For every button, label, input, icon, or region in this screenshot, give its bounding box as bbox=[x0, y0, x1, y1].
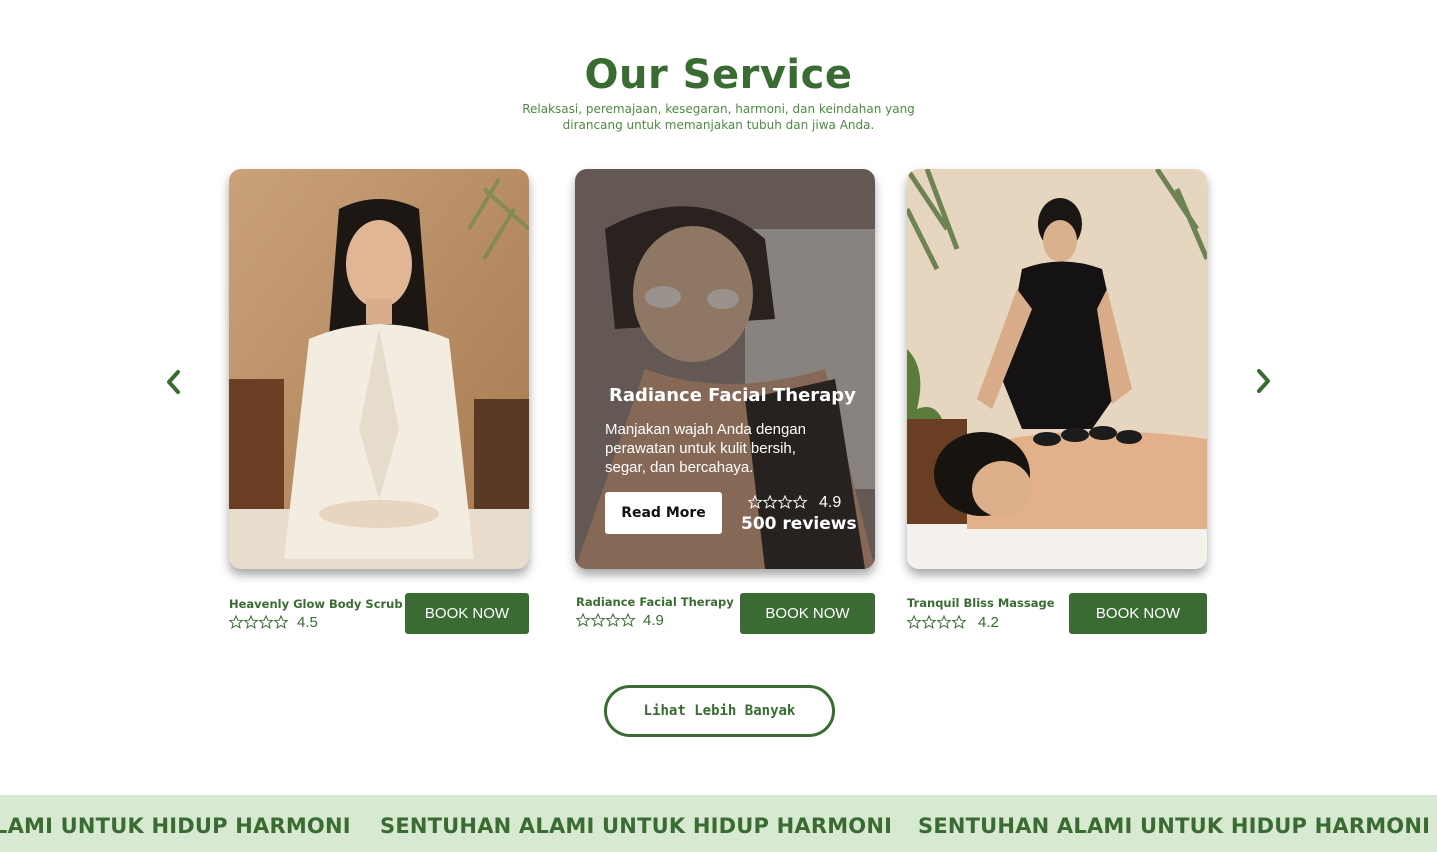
book-now-button-facial[interactable]: BOOK NOW bbox=[740, 593, 875, 634]
service-card-image-facial[interactable]: Radiance Facial Therapy Manjakan wajah A… bbox=[575, 169, 875, 569]
overlay-title: Radiance Facial Therapy bbox=[609, 385, 856, 406]
star-outline-icon bbox=[229, 615, 289, 629]
body-scrub-photo bbox=[229, 169, 529, 569]
card-name-massage: Tranquil Bliss Massage bbox=[907, 596, 1055, 610]
see-more-button[interactable]: Lihat Lebih Banyak bbox=[604, 685, 835, 737]
card-rating: 4.5 bbox=[297, 614, 318, 631]
read-more-button[interactable]: Read More bbox=[605, 492, 722, 534]
service-card-image-massage[interactable] bbox=[907, 169, 1207, 569]
card-rating: 4.9 bbox=[643, 612, 664, 629]
marquee-text: LAMI UNTUK HIDUP HARMONI bbox=[0, 814, 351, 838]
overlay-description: Manjakan wajah Anda dengan perawatan unt… bbox=[605, 421, 806, 476]
star-outline-icon bbox=[576, 613, 636, 627]
star-outline-icon bbox=[748, 495, 808, 509]
marquee-text: SENTUHAN ALAMI UNTUK HIDUP HARMONI bbox=[918, 814, 1431, 838]
chevron-right-icon[interactable] bbox=[1248, 361, 1278, 401]
overlay-rating: 4.9 bbox=[819, 494, 842, 511]
overlay-reviews: 500 reviews bbox=[741, 514, 857, 534]
massage-photo bbox=[907, 169, 1207, 569]
marquee-banner: LAMI UNTUK HIDUP HARMONI SENTUHAN ALAMI … bbox=[0, 795, 1437, 852]
chevron-left-icon[interactable] bbox=[159, 362, 189, 402]
section-title: Our Service bbox=[584, 52, 853, 98]
book-now-button-massage[interactable]: BOOK NOW bbox=[1069, 593, 1207, 634]
section-subtitle: Relaksasi, peremajaan, kesegaran, harmon… bbox=[522, 102, 915, 132]
card-name-facial: Radiance Facial Therapy bbox=[576, 595, 734, 609]
book-now-button-body-scrub[interactable]: BOOK NOW bbox=[405, 593, 529, 634]
star-rating bbox=[907, 615, 967, 629]
star-rating bbox=[229, 615, 289, 629]
card-name-body-scrub: Heavenly Glow Body Scrub bbox=[229, 597, 403, 611]
star-outline-icon bbox=[907, 615, 967, 629]
marquee-text: SENTUHAN ALAMI UNTUK HIDUP HARMONI bbox=[380, 814, 893, 838]
card-overlay: Radiance Facial Therapy Manjakan wajah A… bbox=[575, 169, 875, 569]
star-rating bbox=[576, 613, 636, 627]
card-rating: 4.2 bbox=[978, 614, 999, 631]
overlay-star-rating bbox=[748, 495, 808, 509]
service-card-image-body-scrub[interactable] bbox=[229, 169, 529, 569]
